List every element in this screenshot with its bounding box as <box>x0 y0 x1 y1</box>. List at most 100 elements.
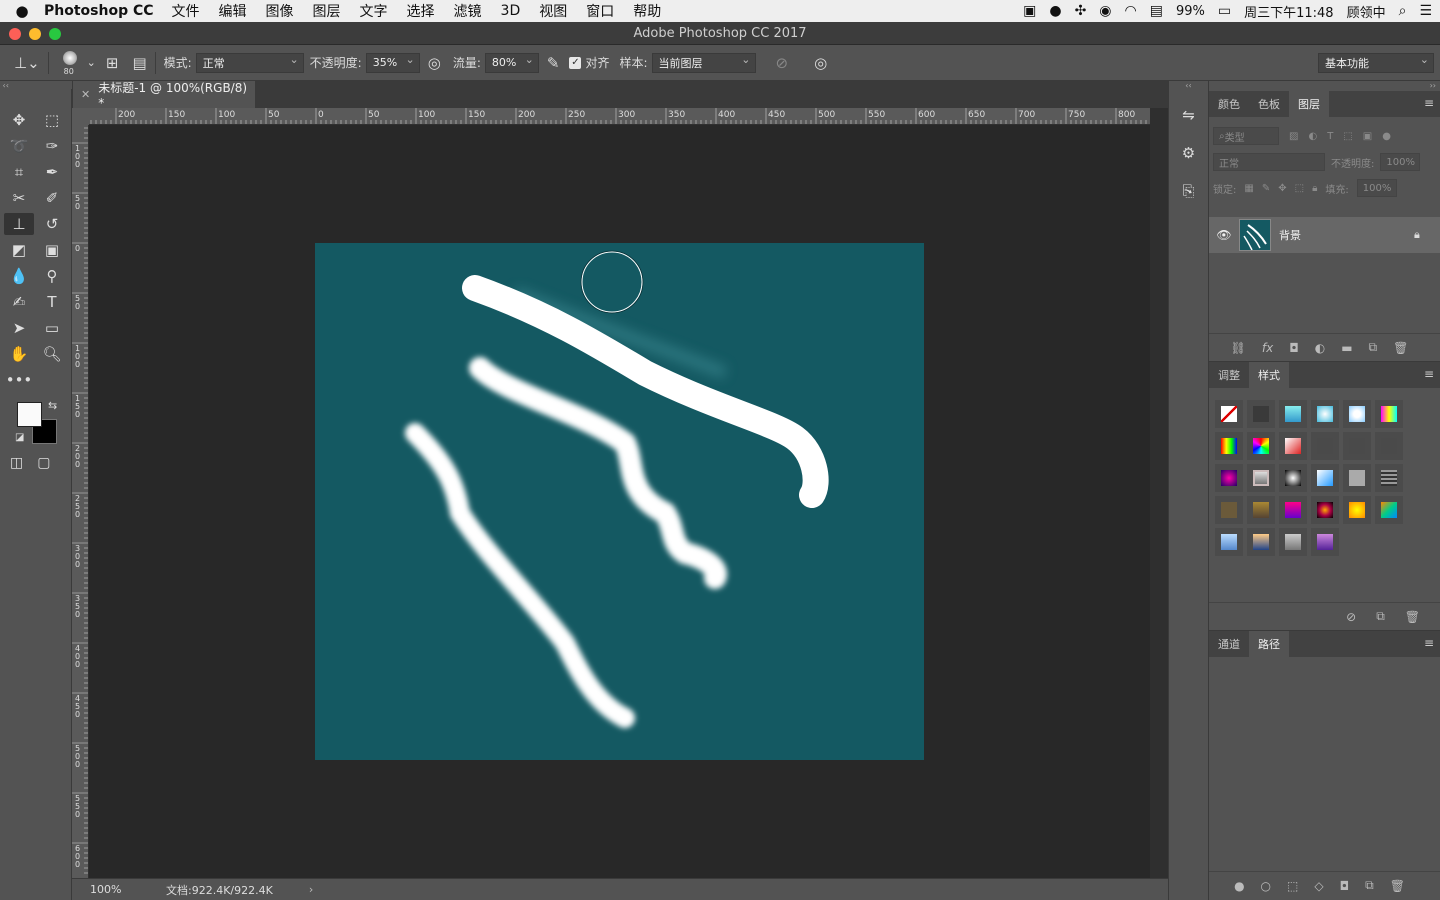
layer-filter-select[interactable]: ⌕ 类型 <box>1213 127 1279 145</box>
menu-filter[interactable]: 滤镜 <box>454 1 482 21</box>
style-preset-swatch[interactable] <box>1375 496 1403 524</box>
history-brush-tool-icon[interactable]: ↺ <box>37 213 67 235</box>
new-adjustment-layer-icon[interactable]: ◐ <box>1315 341 1325 355</box>
chevron-down-icon[interactable]: ⌄ <box>87 56 96 69</box>
layer-opacity-input[interactable]: 100% <box>1380 153 1421 171</box>
menu-select[interactable]: 选择 <box>407 1 435 21</box>
filter-smart-object-icon[interactable]: ▣ <box>1363 131 1372 142</box>
clone-source-dock-icon[interactable]: ⎘ <box>1174 177 1204 205</box>
gradient-tool-icon[interactable]: ▣ <box>37 239 67 261</box>
style-preset-swatch[interactable] <box>1375 464 1403 492</box>
delete-layer-trash-icon[interactable]: 🗑︎ <box>1393 341 1408 355</box>
blur-tool-icon[interactable]: 💧 <box>4 265 34 287</box>
battery-icon[interactable]: ▭ <box>1218 3 1231 19</box>
brush-settings-panel-icon[interactable]: ⊞ <box>106 54 119 72</box>
opacity-input[interactable]: 35% <box>365 52 420 73</box>
tab-styles[interactable]: 样式 <box>1249 362 1289 388</box>
style-preset-swatch[interactable] <box>1343 400 1371 428</box>
style-preset-swatch[interactable] <box>1215 432 1243 460</box>
filter-pixel-icon[interactable]: ▨ <box>1289 131 1298 142</box>
clone-stamp-preset-icon[interactable]: ⊥⌄ <box>14 54 40 72</box>
horizontal-ruler[interactable]: 200 150 100 50 0 50 100 150 200 250 300 350 400 450 50… <box>89 108 1150 125</box>
style-preset-swatch[interactable] <box>1215 400 1243 428</box>
layer-row-background[interactable]: 👁︎ 背景 🔒︎ <box>1209 217 1440 253</box>
swap-colors-icon[interactable]: ⇆ <box>48 399 57 412</box>
pen-tool-icon[interactable]: ✍ <box>4 291 34 313</box>
menu-view[interactable]: 视图 <box>539 1 567 21</box>
eraser-tool-icon[interactable]: ◩ <box>4 239 34 261</box>
style-preset-swatch[interactable] <box>1247 464 1275 492</box>
tab-color[interactable]: 颜色 <box>1209 91 1249 117</box>
more-tools-icon[interactable]: ••• <box>4 369 34 391</box>
menu-file[interactable]: 文件 <box>172 1 200 21</box>
menu-type[interactable]: 文字 <box>360 1 388 21</box>
menu-app-name[interactable]: Photoshop CC <box>44 3 154 19</box>
new-style-icon[interactable]: ⧉ <box>1376 609 1385 624</box>
canvas-workspace[interactable] <box>89 125 1150 878</box>
panels-collapse-toggle[interactable]: ›› <box>1209 81 1440 91</box>
clear-style-icon[interactable]: ⊘ <box>1346 610 1356 624</box>
style-preset-swatch[interactable] <box>1247 400 1275 428</box>
style-preset-swatch[interactable] <box>1279 400 1307 428</box>
spotlight-search-icon[interactable]: ⌕ <box>1399 3 1407 19</box>
crop-tool-icon[interactable]: ⌗ <box>4 161 34 183</box>
hand-tool-icon[interactable]: ✋ <box>4 343 34 365</box>
properties-panel-icon[interactable]: ⚙ <box>1174 139 1204 167</box>
link-layers-icon[interactable]: ⛓ <box>1231 341 1246 355</box>
new-layer-icon[interactable]: ⧉ <box>1369 340 1378 355</box>
apple-icon[interactable]: ● <box>0 2 44 20</box>
path-selection-tool-icon[interactable]: ➤ <box>4 317 34 339</box>
menu-help[interactable]: 帮助 <box>633 1 661 21</box>
load-path-selection-icon[interactable]: ⬚ <box>1287 879 1298 893</box>
qq-icon[interactable]: ● <box>1049 3 1061 19</box>
brush-tool-icon[interactable]: ✐ <box>37 187 67 209</box>
style-preset-swatch[interactable] <box>1279 496 1307 524</box>
menu-layer[interactable]: 图层 <box>313 1 341 21</box>
menu-image[interactable]: 图像 <box>266 1 294 21</box>
filter-shape-icon[interactable]: ⬚ <box>1343 131 1352 142</box>
zoom-tool-icon[interactable]: 🔍︎ <box>37 343 67 365</box>
stroke-path-icon[interactable]: ○ <box>1261 879 1271 893</box>
filter-toggle-icon[interactable]: ● <box>1382 131 1391 142</box>
flow-input[interactable]: 80% <box>484 52 539 73</box>
visibility-eye-icon[interactable]: 👁︎ <box>1209 228 1239 242</box>
delete-style-trash-icon[interactable]: 🗑︎ <box>1405 610 1420 624</box>
tools-collapse-toggle[interactable]: ‹‹ <box>0 81 72 90</box>
style-preset-swatch[interactable] <box>1215 528 1243 556</box>
lock-artboard-icon[interactable]: ⬚ <box>1295 183 1304 194</box>
add-mask-icon[interactable]: ◘ <box>1289 341 1299 355</box>
document-canvas[interactable] <box>315 243 924 760</box>
style-preset-swatch[interactable] <box>1343 432 1371 460</box>
move-tool-icon[interactable]: ✥ <box>4 109 34 131</box>
lock-all-icon[interactable]: 🔒︎ <box>1312 183 1317 194</box>
ruler-origin[interactable] <box>72 108 89 125</box>
style-preset-swatch[interactable] <box>1311 432 1339 460</box>
dock-collapse-toggle[interactable]: ‹‹ <box>1169 81 1208 91</box>
healing-brush-tool-icon[interactable]: ✂ <box>4 187 34 209</box>
menu-3d[interactable]: 3D <box>501 3 521 19</box>
workspace-select[interactable]: 基本功能 <box>1318 53 1434 73</box>
vertical-ruler[interactable]: 100 50 0 50 100 150 200 250 300 350 400 450 500 550 60… <box>72 125 89 878</box>
tab-layers[interactable]: 图层 <box>1289 91 1329 117</box>
menu-edit[interactable]: 编辑 <box>219 1 247 21</box>
style-preset-swatch[interactable] <box>1375 432 1403 460</box>
type-tool-icon[interactable]: T <box>37 291 67 313</box>
clock[interactable]: 周三下午11:48 <box>1244 2 1333 21</box>
airbrush-icon[interactable]: ✎ <box>547 54 560 72</box>
tab-adjustments[interactable]: 调整 <box>1209 362 1249 388</box>
paths-panel-menu-icon[interactable]: ≡ <box>1424 636 1434 650</box>
new-group-folder-icon[interactable]: ▬ <box>1341 341 1352 355</box>
layers-panel-menu-icon[interactable]: ≡ <box>1424 96 1434 110</box>
canvas-vertical-scrollbar[interactable] <box>1150 108 1168 878</box>
style-preset-swatch[interactable] <box>1247 528 1275 556</box>
zoom-level[interactable]: 100% <box>90 883 166 896</box>
styles-panel-menu-icon[interactable]: ≡ <box>1424 367 1434 381</box>
style-preset-swatch[interactable] <box>1247 432 1275 460</box>
layer-blend-mode-select[interactable]: 正常 <box>1213 153 1325 171</box>
pinwheel-icon[interactable]: ✣ <box>1075 3 1087 19</box>
cloud-icon[interactable]: ◉ <box>1099 3 1111 19</box>
pressure-opacity-icon[interactable]: ◎ <box>428 54 441 72</box>
foreground-color-swatch[interactable] <box>17 402 42 427</box>
eyedropper-tool-icon[interactable]: ✒ <box>37 161 67 183</box>
wifi-icon[interactable]: ◠ <box>1125 3 1137 19</box>
